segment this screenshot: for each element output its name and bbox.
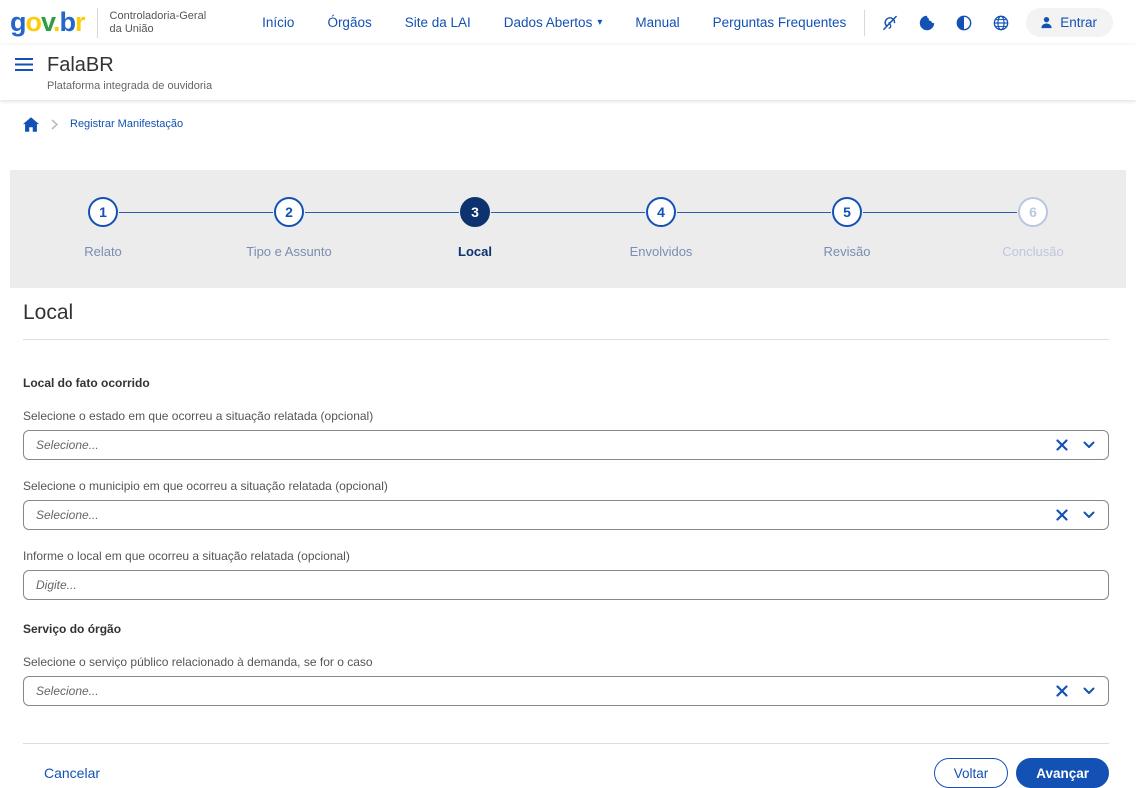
- nav-dados-abertos[interactable]: Dados Abertos ▾: [504, 15, 603, 30]
- breadcrumb-row: Registrar Manifestação: [0, 100, 1136, 170]
- servico-select[interactable]: Selecione...: [23, 676, 1109, 706]
- login-label: Entrar: [1060, 15, 1097, 30]
- topbar: gov.br Controladoria-Geral da União Iníc…: [0, 0, 1136, 45]
- footer-actions: Cancelar Voltar Avançar: [0, 744, 1136, 788]
- logo-letter: v: [41, 7, 54, 37]
- caret-down-icon: ▾: [597, 16, 603, 28]
- logo-letter: b: [59, 7, 76, 37]
- org-name: Controladoria-Geral da União: [109, 9, 207, 35]
- chevron-down-icon[interactable]: [1083, 511, 1095, 519]
- section-divider: [23, 339, 1109, 340]
- logo-letter: g: [10, 7, 26, 37]
- select-placeholder: Selecione...: [36, 508, 99, 522]
- group-title-local-do-fato: Local do fato ocorrido: [23, 376, 150, 390]
- login-button[interactable]: Entrar: [1026, 8, 1113, 37]
- nav-perguntas-frequentes[interactable]: Perguntas Frequentes: [713, 15, 847, 30]
- nav-orgaos[interactable]: Órgãos: [327, 15, 371, 30]
- breadcrumb-chevron-icon: [51, 118, 58, 130]
- nav-site-da-lai[interactable]: Site da LAI: [405, 15, 471, 30]
- select-placeholder: Selecione...: [36, 684, 99, 698]
- local-text-input[interactable]: [23, 570, 1109, 600]
- municipio-select[interactable]: Selecione...: [23, 500, 1109, 530]
- app-title-block: FalaBR Plataforma integrada de ouvidoria: [47, 53, 212, 92]
- step-circle: 5: [832, 197, 862, 227]
- logo-divider: [96, 7, 98, 38]
- step-relato[interactable]: 1 Relato: [10, 197, 196, 259]
- user-icon: [1039, 15, 1054, 30]
- step-label: Local: [458, 244, 492, 259]
- app-header: FalaBR Plataforma integrada de ouvidoria: [0, 45, 1136, 100]
- step-circle: 1: [88, 197, 118, 227]
- field-label-local-texto: Informe o local em que ocorreu a situaçã…: [23, 549, 350, 563]
- step-circle: 2: [274, 197, 304, 227]
- nav-inicio[interactable]: Início: [262, 15, 294, 30]
- hamburger-menu-icon[interactable]: [15, 58, 35, 72]
- home-icon[interactable]: [23, 116, 39, 132]
- logo-letter: o: [25, 7, 42, 37]
- main-content: Local Local do fato ocorrido Selecione o…: [0, 301, 1136, 706]
- back-button[interactable]: Voltar: [933, 758, 1009, 788]
- nav-manual[interactable]: Manual: [635, 15, 679, 30]
- step-envolvidos: 4 Envolvidos: [491, 197, 754, 259]
- clear-icon[interactable]: [1056, 685, 1068, 697]
- page-title: Local: [23, 301, 74, 324]
- logo-letter: r: [75, 7, 85, 37]
- step-label: Relato: [84, 244, 122, 259]
- app-title: FalaBR: [47, 54, 114, 76]
- language-globe-icon[interactable]: [992, 14, 1010, 32]
- step-circle: 3: [460, 197, 490, 227]
- icon-separator: [864, 9, 866, 36]
- topbar-icons: [881, 14, 1010, 32]
- next-button[interactable]: Avançar: [1016, 758, 1109, 788]
- wizard-stepper: 1 Relato 2 Tipo e Assunto 3 Local 4 Envo…: [10, 170, 1126, 288]
- cookie-icon[interactable]: [918, 14, 936, 32]
- step-label: Conclusão: [1002, 244, 1064, 259]
- step-conclusao: 6 Conclusão: [863, 197, 1126, 259]
- app-subtitle: Plataforma integrada de ouvidoria: [47, 80, 213, 92]
- accessibility-icon[interactable]: [881, 14, 899, 32]
- step-local[interactable]: 3 Local: [305, 197, 568, 259]
- topbar-right: Entrar: [846, 8, 1113, 37]
- step-label: Tipo e Assunto: [246, 244, 332, 259]
- clear-icon[interactable]: [1056, 439, 1068, 451]
- step-tipo-e-assunto[interactable]: 2 Tipo e Assunto: [119, 197, 382, 259]
- step-label: Revisão: [823, 244, 871, 259]
- top-nav: Início Órgãos Site da LAI Dados Abertos …: [262, 15, 846, 30]
- select-placeholder: Selecione...: [36, 438, 99, 452]
- contrast-icon[interactable]: [955, 14, 973, 32]
- group-title-servico-do-orgao: Serviço do órgão: [23, 622, 122, 636]
- cancel-link[interactable]: Cancelar: [44, 765, 100, 781]
- chevron-down-icon[interactable]: [1083, 441, 1095, 449]
- step-label: Envolvidos: [629, 244, 693, 259]
- breadcrumb: Registrar Manifestação: [23, 115, 183, 133]
- breadcrumb-current: Registrar Manifestação: [70, 118, 184, 130]
- govbr-logo[interactable]: gov.br: [10, 9, 85, 36]
- field-label-municipio: Selecione o municipio em que ocorreu a s…: [23, 479, 388, 493]
- chevron-down-icon[interactable]: [1083, 687, 1095, 695]
- field-label-estado: Selecione o estado em que ocorreu a situ…: [23, 409, 374, 423]
- step-circle: 6: [1018, 197, 1048, 227]
- step-circle: 4: [646, 197, 676, 227]
- clear-icon[interactable]: [1056, 509, 1068, 521]
- field-label-servico: Selecione o serviço público relacionado …: [23, 655, 373, 669]
- step-revisao: 5 Revisão: [677, 197, 940, 259]
- estado-select[interactable]: Selecione...: [23, 430, 1109, 460]
